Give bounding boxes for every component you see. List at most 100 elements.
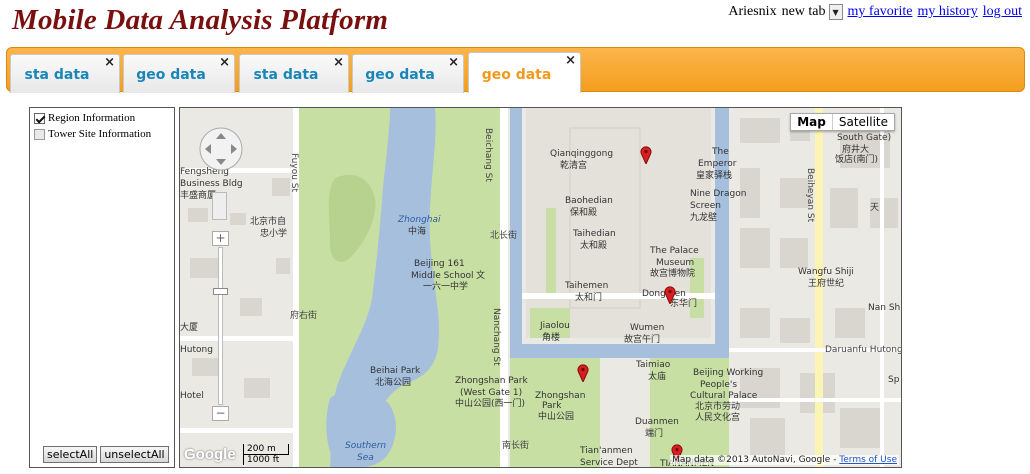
google-logo[interactable]: Google (184, 446, 236, 463)
map-label: Taihemen (564, 281, 608, 291)
zoom-in-button[interactable]: + (212, 231, 229, 246)
map-label: People's (700, 380, 737, 390)
tab-bar: sta data × geo data × sta data × geo dat… (6, 47, 1025, 93)
map-label: Sp (888, 375, 900, 385)
region-information-option[interactable]: Region Information (34, 112, 174, 124)
map-label: The (711, 147, 729, 157)
tab-sta-data-1[interactable]: sta data × (10, 54, 120, 93)
tab-geo-data-active[interactable]: geo data × (468, 52, 581, 93)
layers-panel: Region Information Tower Site Informatio… (29, 107, 175, 468)
map-label: Hotel (180, 391, 204, 401)
tower-site-information-checkbox[interactable] (34, 128, 45, 140)
username: Ariesnix (728, 4, 777, 19)
map-label: 一六一中学 (423, 280, 468, 292)
map-label: 故宫午门 (624, 333, 660, 345)
map-label: Jiaolou (539, 321, 570, 331)
zoom-slider-handle[interactable] (213, 288, 228, 295)
tab-geo-data-1[interactable]: geo data × (123, 54, 235, 93)
map-label: Taihedian (572, 229, 616, 239)
map-type-map-button[interactable]: Map (791, 114, 833, 130)
map-label: Qianqinggong (550, 149, 613, 159)
close-icon[interactable]: × (104, 56, 115, 70)
map-label: Emperor (698, 159, 737, 169)
map-label: 中海 (408, 225, 426, 237)
new-tab-select[interactable]: new tab ▼ (782, 4, 843, 20)
map-marker-pin[interactable] (577, 364, 589, 382)
close-icon[interactable]: × (219, 56, 230, 70)
map-label: 大厦 (180, 321, 198, 333)
map-label: Tian'anmen (579, 446, 633, 456)
my-favorite-link[interactable]: my favorite (848, 4, 913, 20)
scale-imperial: 1000 ft (243, 455, 287, 465)
map-type-control: Map Satellite (790, 113, 895, 131)
map-label: 饭店(南门) (835, 153, 878, 165)
map-label: Zhongshan Park (455, 376, 529, 386)
map-label: 丰盛商厦 (180, 189, 216, 201)
map-label: 人民文化宫 (695, 411, 740, 423)
map-label: Hutong (180, 345, 213, 355)
close-icon[interactable]: × (333, 56, 344, 70)
map-label: 太和门 (575, 291, 602, 303)
tower-site-information-label: Tower Site Information (48, 128, 152, 140)
map-label: 乾清宫 (560, 159, 587, 171)
close-icon[interactable]: × (448, 56, 459, 70)
map-label: 中山公园(西一门) (455, 397, 525, 409)
street-view-pegman-icon[interactable] (212, 192, 227, 220)
map-label: Taimiao (635, 360, 671, 370)
zoom-out-button[interactable]: − (212, 406, 229, 421)
close-icon[interactable]: × (565, 54, 576, 68)
map-label: 府井大 (842, 143, 869, 155)
map-marker-pin[interactable] (640, 146, 652, 164)
app-title: Mobile Data Analysis Platform (12, 4, 389, 36)
map-label: Beijing 161 (414, 259, 465, 269)
terms-of-use-link[interactable]: Terms of Use (839, 455, 897, 465)
zoom-slider-track[interactable] (218, 247, 223, 405)
map-label: 故宫博物院 (650, 267, 695, 279)
map-label: 太庙 (648, 370, 666, 382)
map-label: 天 (870, 203, 879, 213)
select-all-button[interactable]: selectAll (43, 446, 98, 463)
region-information-label: Region Information (48, 112, 136, 124)
tab-label: geo data (365, 67, 435, 83)
my-history-link[interactable]: my history (917, 4, 977, 20)
map-label: 角楼 (542, 331, 560, 343)
map-label: 保和殿 (570, 206, 597, 218)
map-label: Duanmen (635, 417, 679, 427)
map-canvas[interactable]: Qianqinggong 乾清宫 The Emperor 皇家驿栈 South … (180, 108, 902, 468)
tab-label: sta data (253, 67, 319, 83)
map-label: Beihai Park (370, 366, 421, 376)
chevron-down-icon[interactable]: ▼ (828, 4, 843, 20)
tab-geo-data-2[interactable]: geo data × (352, 54, 464, 93)
unselect-all-button[interactable]: unselectAll (100, 446, 169, 463)
map-label: 九龙壁 (690, 211, 717, 223)
map-label: 南长街 (502, 439, 529, 451)
map-label: Fuyou St (289, 153, 299, 192)
map-label: The Palace (649, 246, 699, 256)
map-label: Museum (656, 258, 694, 268)
pan-control[interactable] (198, 126, 244, 172)
map-label: 中山公园 (538, 410, 574, 422)
map-label: 府右街 (290, 309, 317, 321)
map-label: Cultural Palace (690, 391, 758, 401)
map-label: 北京市劳动 (695, 400, 740, 412)
map-view[interactable]: Qianqinggong 乾清宫 The Emperor 皇家驿栈 South … (179, 107, 902, 468)
tab-label: geo data (481, 67, 552, 83)
map-label: Wangfu Shiji (798, 267, 854, 277)
map-label: Park (542, 401, 562, 411)
region-information-checkbox[interactable] (34, 112, 45, 124)
map-label: 太和殿 (580, 239, 607, 251)
map-type-satellite-button[interactable]: Satellite (833, 114, 894, 130)
map-label: Nanchang St (491, 308, 501, 366)
map-label: 北京市自 (250, 215, 286, 227)
map-label: South Gate) (837, 133, 891, 143)
map-label: 北海公园 (375, 376, 411, 388)
logout-link[interactable]: log out (983, 4, 1022, 20)
map-label: Daruanfu Hutong (825, 345, 902, 355)
attribution-text: Map data ©2013 AutoNavi, Google - (672, 455, 840, 465)
tab-label: geo data (136, 67, 206, 83)
tab-sta-data-2[interactable]: sta data × (239, 54, 349, 93)
map-label: Baohedian (565, 196, 613, 206)
tower-site-information-option[interactable]: Tower Site Information (34, 128, 174, 140)
tab-label: sta data (24, 67, 90, 83)
map-marker-pin[interactable] (664, 286, 676, 304)
